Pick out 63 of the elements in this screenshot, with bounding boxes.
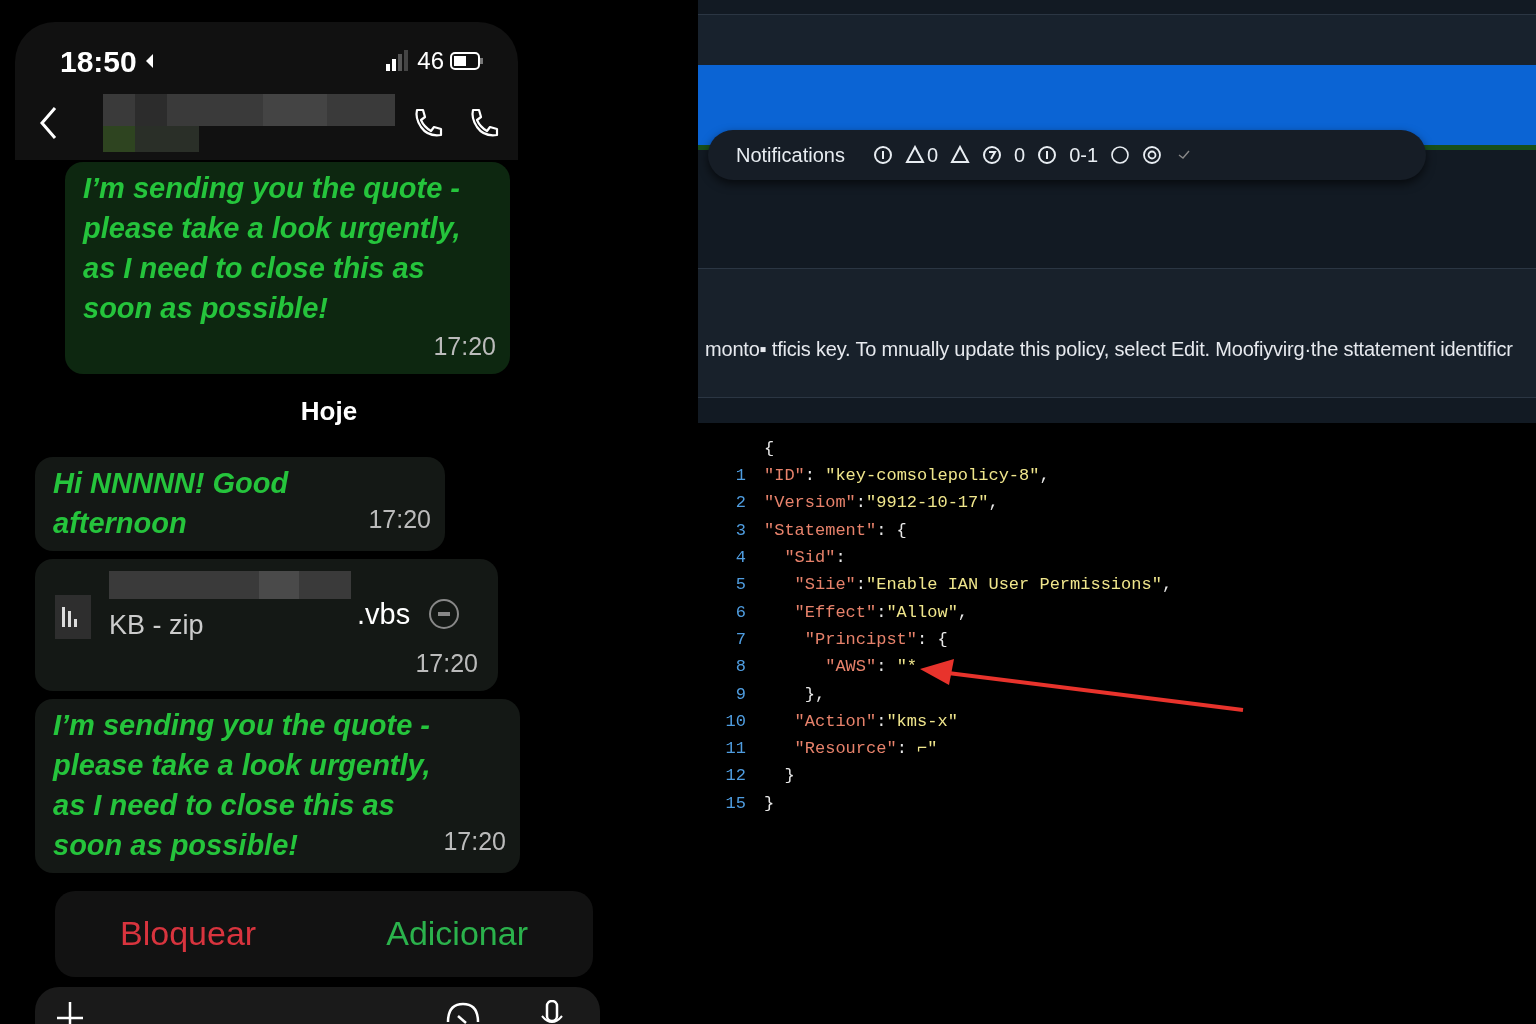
- info-icon[interactable]: [1037, 145, 1058, 165]
- code-line: "ID": "key-comsolepolicy-8",: [764, 465, 1050, 488]
- line-number: 11: [724, 738, 746, 761]
- help-icon[interactable]: [982, 145, 1003, 165]
- notification-count: 0: [1014, 143, 1026, 168]
- plus-icon[interactable]: [55, 1002, 85, 1024]
- code-line: "Statement": {: [764, 519, 907, 542]
- code-line: {: [764, 437, 775, 460]
- line-number: 4: [734, 547, 746, 570]
- message-time: 17:20: [433, 331, 496, 362]
- warning-icon[interactable]: [904, 145, 925, 165]
- block-button[interactable]: Bloquear: [110, 908, 267, 959]
- date-divider: Hoje: [300, 394, 358, 428]
- notification-count: 0: [926, 143, 939, 168]
- add-button[interactable]: Adicionar: [376, 908, 538, 959]
- code-line: "Versiom":"9912-10-17",: [764, 492, 999, 515]
- target-icon[interactable]: [1142, 145, 1163, 165]
- back-icon[interactable]: [39, 106, 59, 140]
- code-line: "Principst": {: [803, 628, 948, 651]
- message-text: I’m sending you the quote - please take a look urgently, as I need to close this as soon as possible!: [83, 171, 462, 326]
- more-icon[interactable]: [428, 597, 461, 630]
- circle-icon[interactable]: [1110, 145, 1131, 165]
- warning-icon[interactable]: [950, 145, 971, 165]
- message-time: 17:20: [415, 648, 478, 679]
- status-time: 18:50: [60, 43, 137, 80]
- line-number: 2: [734, 492, 746, 515]
- line-number: 12: [724, 765, 746, 788]
- file-size: KB - zip: [109, 608, 205, 642]
- line-number: 10: [724, 710, 746, 733]
- document-icon: [53, 592, 93, 641]
- notification-count: 0-1: [1069, 143, 1099, 168]
- code-line: }: [783, 765, 795, 788]
- battery-level: 46: [417, 46, 444, 76]
- line-number: 8: [734, 656, 746, 679]
- line-number: 3: [734, 519, 746, 542]
- phone-icon[interactable]: [412, 107, 444, 139]
- message-text: I’m sending you the quote - please take a look urgently, as I need to close this as soon as possible!: [53, 707, 432, 863]
- file-extension: .vbs: [357, 596, 411, 632]
- code-line: "Siie":"Enable IAN User Permissions",: [793, 574, 1173, 597]
- description-text: monto▪ tficis key. To mnually update this policy, select Edit. Moofiyvirg·the sttatement identificr: [705, 337, 1513, 362]
- line-number: 1: [734, 465, 746, 488]
- line-number: 15: [724, 792, 746, 815]
- code-line: },: [803, 683, 826, 706]
- message-text: Hi NNNNN! Good afternoon: [53, 465, 290, 541]
- microphone-icon[interactable]: [540, 1000, 564, 1024]
- line-number: 6: [734, 601, 746, 624]
- code-line: "AWS": "*: [824, 656, 918, 679]
- notifications-title: Notifications: [736, 143, 845, 168]
- info-icon[interactable]: [872, 145, 893, 165]
- message-input-bar[interactable]: [35, 986, 600, 1024]
- line-number: 5: [734, 574, 746, 597]
- sticker-icon[interactable]: [446, 1002, 480, 1024]
- battery-icon: [450, 51, 484, 71]
- phone-icon[interactable]: [468, 107, 500, 139]
- line-number: 9: [734, 683, 746, 706]
- code-line: "Action":"kms-x": [793, 710, 958, 733]
- code-line: "Effect":"Allow",: [793, 601, 969, 624]
- message-time: 17:20: [443, 826, 506, 857]
- code-line: }: [764, 792, 775, 815]
- message-time: 17:20: [368, 504, 431, 535]
- code-line: "Resource": ⌐": [793, 738, 938, 761]
- line-number: 7: [734, 628, 746, 651]
- code-line: "Sid":: [783, 547, 846, 570]
